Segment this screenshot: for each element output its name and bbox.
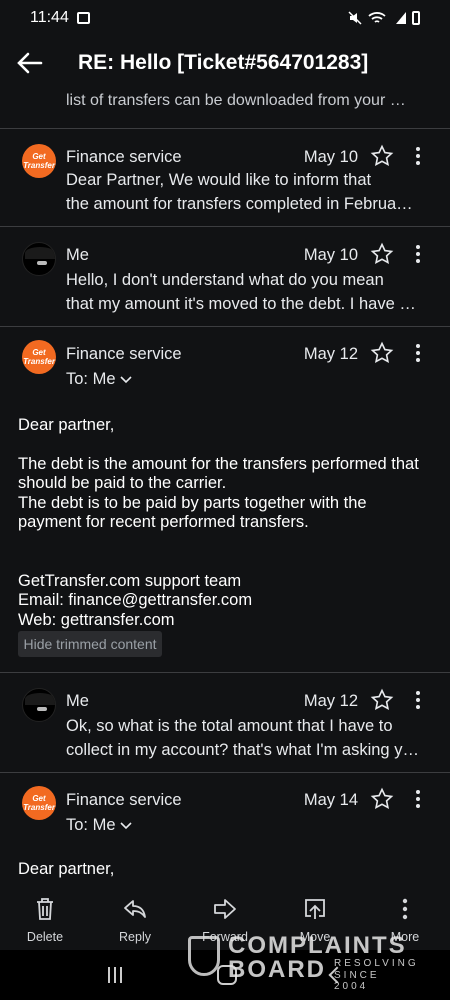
more-vertical-icon [402,898,408,920]
wifi-icon [368,12,386,23]
message-expanded: Get Transfer Finance service May 12 To: … [0,326,450,672]
system-back-button[interactable] [328,966,346,984]
status-time: 11:44 [30,9,69,26]
message-date: May 10 [303,148,358,166]
message-snippet: Hello, I don't understand what do you me… [66,271,416,313]
home-button[interactable] [217,965,237,985]
star-icon[interactable] [370,341,394,365]
system-nav-bar [0,950,450,1000]
message-date: May 10 [303,246,358,264]
recent-apps-button[interactable] [107,967,123,983]
message-expanded: Get Transfer Finance service May 14 To: … [0,772,450,888]
gallery-icon [76,12,90,24]
chevron-down-icon [119,821,132,829]
message-snippet: Ok, so what is the total amount that I h… [66,717,419,759]
message-body: Dear partner, The debt is the amount for… [18,416,419,629]
mute-icon [348,11,362,25]
message-date: May 12 [303,692,358,710]
status-bar: 11:44 [0,0,450,36]
more-options-button[interactable] [410,688,426,712]
back-button[interactable] [0,38,60,88]
reply-icon [124,900,146,918]
more-options-button[interactable] [410,341,426,365]
more-options-button[interactable] [410,242,426,266]
delete-button[interactable]: Delete [0,888,90,948]
arrow-left-icon [17,52,43,74]
reply-button[interactable]: Reply [90,888,180,948]
star-icon[interactable] [370,144,394,168]
battery-icon [412,11,420,25]
bottom-action-bar: Delete Reply Forward Move More [0,888,450,948]
message-snippet: Dear Partner, We would like to inform th… [66,171,413,213]
avatar [22,688,56,722]
email-subject: RE: Hello [Ticket#564701283] [78,51,369,74]
forward-button[interactable]: Forward [180,888,270,948]
star-icon[interactable] [370,242,394,266]
chevron-down-icon [119,375,132,383]
message-snippet-top[interactable]: list of transfers can be downloaded from… [66,92,436,110]
star-icon[interactable] [370,787,394,811]
forward-icon [214,899,236,919]
message-body: Dear partner, [18,860,115,878]
recipient-toggle[interactable]: To: Me [66,370,132,389]
more-button[interactable]: More [360,888,450,948]
avatar: Get Transfer [22,340,56,374]
avatar: Get Transfer [22,786,56,820]
avatar: Get Transfer [22,144,56,178]
message-collapsed[interactable]: Me May 10 Hello, I don't understand what… [0,226,450,326]
trash-icon [37,898,53,920]
message-date: May 12 [303,345,358,363]
message-collapsed[interactable]: Me May 12 Ok, so what is the total amoun… [0,672,450,772]
message-collapsed[interactable]: Get Transfer Finance service May 10 Dear… [0,128,450,226]
signal-icon [392,12,406,24]
move-button[interactable]: Move [270,888,360,948]
recipient-toggle[interactable]: To: Me [66,816,132,835]
more-options-button[interactable] [410,787,426,811]
message-date: May 14 [303,791,358,809]
sender-name: Me [66,692,89,710]
move-icon [305,899,325,919]
app-bar: RE: Hello [Ticket#564701283] [0,38,450,88]
more-options-button[interactable] [410,144,426,168]
sender-name: Finance service [66,148,182,166]
sender-name: Me [66,246,89,264]
avatar [22,242,56,276]
star-icon[interactable] [370,688,394,712]
hide-trimmed-button[interactable]: Hide trimmed content [18,631,162,657]
status-icons [348,11,420,25]
sender-name: Finance service [66,345,182,363]
sender-name: Finance service [66,791,182,809]
